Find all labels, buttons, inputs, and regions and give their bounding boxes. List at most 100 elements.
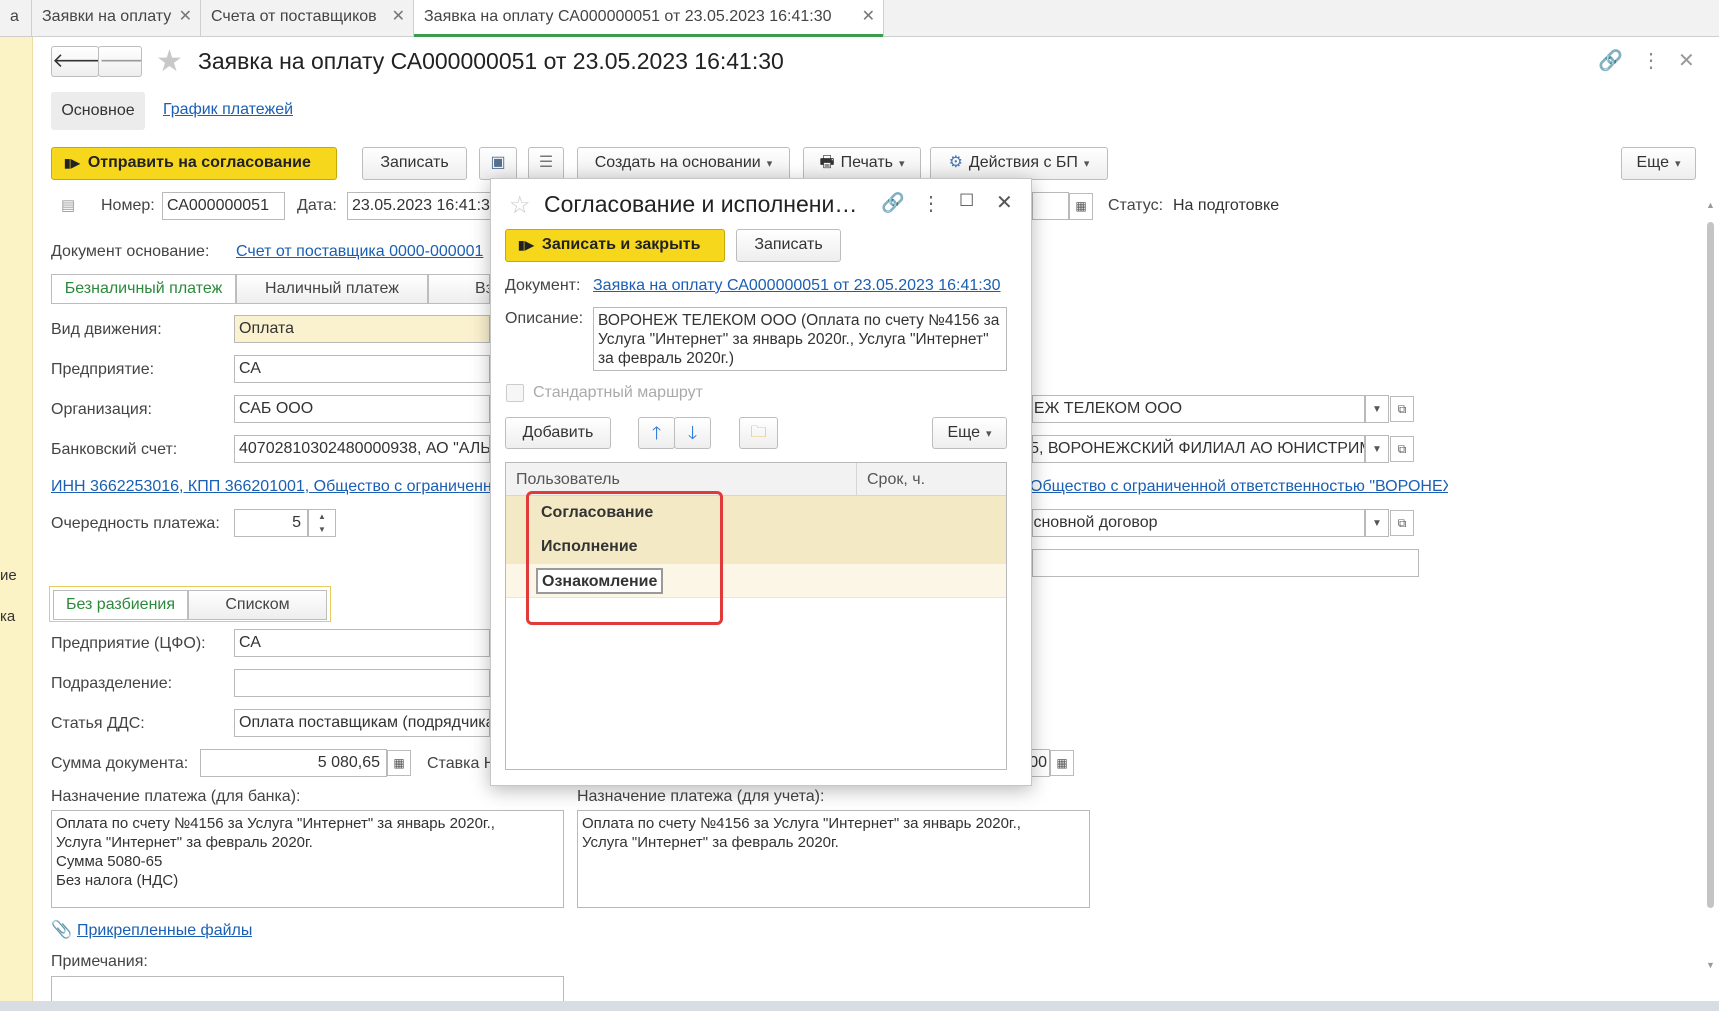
purpose-accounting-field[interactable]: Оплата по счету №4156 за Услуга "Интерне… [577, 810, 1090, 908]
contract-field[interactable]: Основной договор [1032, 509, 1365, 537]
purpose-bank-field[interactable]: Оплата по счету №4156 за Услуга "Интерне… [51, 810, 564, 908]
tab-payment-requests[interactable]: Заявки на оплату ✕ [32, 0, 201, 36]
dds-field[interactable]: Оплата поставщикам (подрядчикам) [234, 709, 490, 737]
dialog-save-button[interactable]: Записать [736, 229, 841, 262]
tab-label: Заявка на оплату СА000000051 от 23.05.20… [424, 8, 832, 25]
number-field[interactable]: СА000000051 [162, 192, 285, 220]
document-link[interactable]: Заявка на оплату СА000000051 от 23.05.20… [593, 277, 1005, 295]
arrow-right-icon: 🡒 [99, 50, 141, 72]
more-vertical-icon[interactable]: ⋮ [921, 191, 941, 216]
printer-icon: 🖶 [819, 154, 835, 171]
dashboard-icon[interactable]: ▣ [479, 147, 517, 180]
close-icon[interactable]: ✕ [1678, 48, 1695, 73]
counterparty-field[interactable]: ВОРОНЕЖ ТЕЛЕКОМ ООО [1032, 395, 1365, 423]
tab-offset[interactable]: Взаимозачет [428, 274, 490, 304]
organization-field[interactable]: САБ ООО [234, 395, 490, 423]
close-icon[interactable]: ✕ [996, 190, 1013, 215]
send-for-approval-button[interactable]: ▮▶ Отправить на согласование [51, 147, 337, 180]
dialog-more-button[interactable]: Еще ▾ [932, 417, 1007, 449]
page-title: Заявка на оплату СА000000051 от 23.05.20… [198, 48, 784, 74]
bank-account-field[interactable]: 40702810302480000938, АО "АЛЬФА-БАНК" [234, 435, 490, 463]
more-button[interactable]: Еще ▾ [1621, 147, 1696, 180]
date-label: Дата: [297, 197, 337, 214]
save-and-close-button[interactable]: ▮▶ Записать и закрыть [505, 229, 725, 262]
attached-files-link[interactable]: Прикрепленные файлы [77, 922, 252, 940]
maximize-icon[interactable]: ☐ [959, 191, 974, 211]
date-field-tail[interactable] [1032, 192, 1069, 220]
print-button[interactable]: 🖶 Печать ▾ [803, 147, 921, 180]
tab-no-split[interactable]: Без разбиения [53, 590, 188, 620]
tab-by-list[interactable]: Списком [188, 590, 327, 620]
back-button[interactable]: 🡐 [51, 46, 99, 77]
close-icon[interactable]: ✕ [392, 0, 405, 34]
date-field[interactable]: 23.05.2023 16:41:30 [347, 192, 497, 220]
number-label: Номер: [101, 197, 155, 214]
tab-supplier-invoices[interactable]: Счета от поставщиков ✕ [201, 0, 414, 36]
forward-button[interactable]: 🡒 [98, 46, 142, 77]
inn-link[interactable]: ИНН 3662253016, КПП 366201001, Общество … [51, 478, 490, 496]
standard-route-label: Стандартный маршрут [533, 384, 703, 401]
report-icon[interactable]: ☰ [528, 147, 564, 180]
enterprise-field[interactable]: СА [234, 355, 490, 383]
open-icon[interactable]: ⧉ [1390, 436, 1414, 462]
chevron-down-icon: ▾ [986, 428, 992, 440]
chevron-down-icon[interactable]: ▼ [1706, 960, 1715, 970]
calculator-icon[interactable]: ▦ [387, 750, 411, 776]
movement-field[interactable]: Оплата [234, 315, 490, 343]
scrollbar[interactable]: ▲ ▼ [1701, 200, 1719, 980]
create-based-button[interactable]: Создать на основании ▾ [577, 147, 790, 180]
window-tab-bar: а Заявки на оплату ✕ Счета от поставщиков… [0, 0, 1719, 37]
button-label: Печать [840, 154, 893, 171]
add-folder-icon[interactable]: 🗀 [739, 417, 778, 449]
priority-field[interactable]: 5 [234, 509, 308, 537]
button-label: Записать и закрыть [541, 236, 701, 253]
standard-route-checkbox[interactable] [506, 384, 524, 402]
tab-cashless[interactable]: Безналичный платеж [51, 274, 236, 304]
dds-label: Статья ДДС: [51, 715, 145, 732]
bp-actions-button[interactable]: ⚙ Действия с БП ▾ [930, 147, 1108, 180]
calendar-icon[interactable]: ▦ [1069, 193, 1093, 220]
chevron-down-icon: ▾ [1675, 158, 1681, 170]
scrollbar-thumb[interactable] [1707, 222, 1714, 908]
empty-field[interactable] [1032, 549, 1419, 577]
priority-label: Очередность платежа: [51, 515, 220, 532]
save-button[interactable]: Записать [362, 147, 467, 180]
counterparty-link[interactable]: Общество с ограниченной ответственностью… [1030, 478, 1448, 496]
arrow-down-icon[interactable]: 🡓 [674, 417, 711, 449]
base-doc-link[interactable]: Счет от поставщика 0000-000001 [236, 243, 490, 261]
division-field[interactable] [234, 669, 490, 697]
chevron-down-icon: ▾ [899, 158, 905, 170]
more-vertical-icon[interactable]: ⋮ [1641, 48, 1661, 73]
description-field[interactable]: ВОРОНЕЖ ТЕЛЕКОМ ООО (Оплата по счету №41… [593, 307, 1007, 371]
subtab-main[interactable]: Основное [51, 92, 145, 130]
link-icon[interactable]: 🔗 [881, 191, 905, 215]
chevron-down-icon[interactable]: ▼ [1365, 509, 1389, 537]
notes-label: Примечания: [51, 953, 148, 970]
add-button[interactable]: Добавить [505, 417, 611, 449]
close-icon[interactable]: ✕ [862, 0, 875, 34]
tab-current-request[interactable]: Заявка на оплату СА000000051 от 23.05.20… [414, 0, 884, 37]
cfo-field[interactable]: СА [234, 629, 490, 657]
subtab-schedule-link[interactable]: График платежей [163, 101, 293, 119]
column-user: Пользователь [516, 471, 620, 488]
counterparty-bank-field[interactable]: 40702810000000000435, ВОРОНЕЖСКИЙ ФИЛИАЛ… [1032, 435, 1365, 463]
link-icon[interactable]: 🔗 [1598, 48, 1623, 73]
column-term: Срок, ч. [867, 471, 926, 488]
open-icon[interactable]: ⧉ [1390, 510, 1414, 536]
chevron-down-icon[interactable]: ▼ [1365, 395, 1389, 423]
arrow-up-icon[interactable]: 🡑 [638, 417, 675, 449]
open-icon[interactable]: ⧉ [1390, 396, 1414, 422]
sum-field[interactable]: 5 080,65 [200, 749, 387, 777]
calculator-icon[interactable]: ▦ [1050, 750, 1074, 776]
favorite-star-icon[interactable]: ☆ [509, 191, 531, 220]
tab-label: Счета от поставщиков [211, 8, 377, 25]
enterprise-label: Предприятие: [51, 361, 155, 378]
list-icon[interactable]: ▤ [61, 196, 75, 214]
tab-cash[interactable]: Наличный платеж [236, 274, 428, 304]
spinner-icon[interactable]: ▲ ▼ [308, 509, 336, 537]
close-icon[interactable]: ✕ [179, 0, 192, 34]
tab-partial[interactable]: а [0, 0, 32, 36]
chevron-up-icon[interactable]: ▲ [1706, 200, 1715, 210]
chevron-down-icon[interactable]: ▼ [1365, 435, 1389, 463]
favorite-star-icon[interactable]: ★ [156, 44, 183, 79]
